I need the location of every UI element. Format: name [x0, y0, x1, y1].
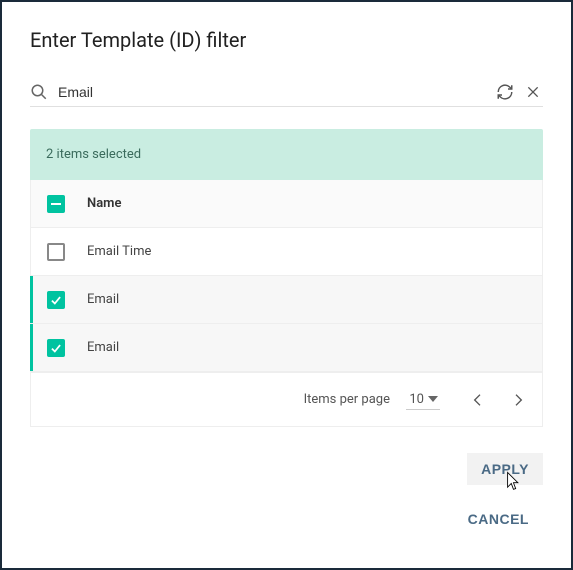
dialog-title: Enter Template (ID) filter	[30, 28, 543, 52]
search-input[interactable]	[56, 83, 487, 101]
clear-button[interactable]	[523, 82, 543, 102]
results-table: Name Email Time Email Email	[30, 180, 543, 373]
prev-page-button[interactable]	[468, 390, 488, 410]
chevron-right-icon	[510, 392, 526, 408]
row-checkbox[interactable]	[47, 243, 65, 261]
dialog-actions: APPLY CANCEL	[2, 427, 571, 553]
row-label: Email Time	[87, 244, 151, 259]
table-row[interactable]: Email Time	[31, 228, 542, 276]
items-per-page-select[interactable]: 10	[406, 390, 440, 410]
next-page-button[interactable]	[508, 390, 528, 410]
refresh-icon	[496, 83, 514, 101]
selection-summary: 2 items selected	[30, 129, 543, 180]
caret-down-icon	[428, 394, 438, 404]
table-header: Name	[31, 180, 542, 228]
items-per-page-value: 10	[409, 392, 424, 407]
chevron-left-icon	[470, 392, 486, 408]
filter-dialog: Enter Template (ID) filter	[2, 2, 571, 568]
search-icon	[30, 83, 48, 101]
column-name: Name	[87, 196, 121, 211]
row-checkbox[interactable]	[47, 339, 65, 357]
cancel-button[interactable]: CANCEL	[454, 503, 543, 535]
search-row	[30, 82, 543, 107]
backdrop: Enter Template (ID) filter	[0, 0, 573, 570]
row-label: Email	[87, 340, 119, 355]
apply-button[interactable]: APPLY	[467, 453, 543, 485]
apply-label: APPLY	[481, 461, 529, 477]
table-row[interactable]: Email	[31, 324, 542, 372]
table-row[interactable]: Email	[31, 276, 542, 324]
close-icon	[525, 84, 541, 100]
items-per-page-label: Items per page	[304, 392, 390, 407]
select-all-checkbox[interactable]	[47, 195, 65, 213]
row-checkbox[interactable]	[47, 291, 65, 309]
refresh-button[interactable]	[495, 82, 515, 102]
row-label: Email	[87, 292, 119, 307]
pager: Items per page 10	[30, 373, 543, 427]
